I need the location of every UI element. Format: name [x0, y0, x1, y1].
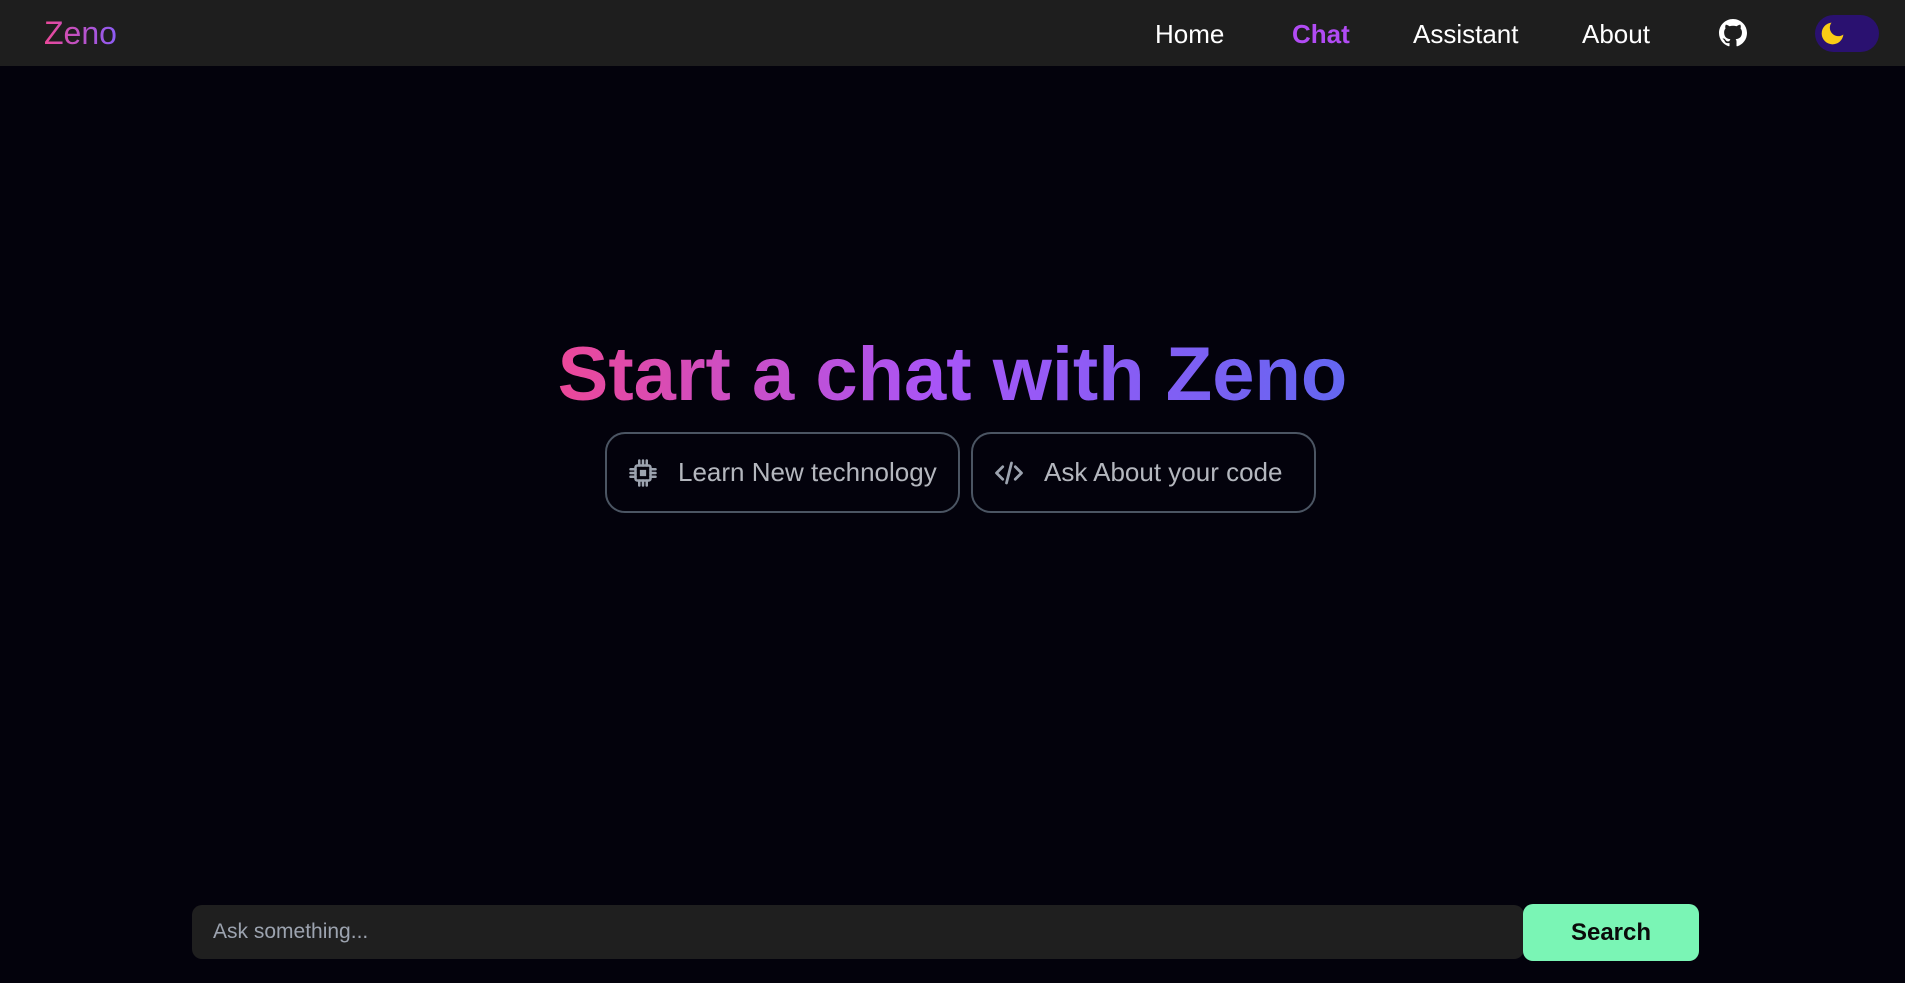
hero-title-text: Start a chat with Zeno — [557, 332, 1348, 417]
search-input[interactable] — [192, 905, 1524, 959]
search-button[interactable]: Search — [1523, 904, 1699, 961]
nav-link-assistant[interactable]: Assistant — [1413, 18, 1519, 50]
nav-link-chat[interactable]: Chat — [1292, 18, 1350, 50]
github-icon — [1719, 19, 1747, 47]
github-link[interactable] — [1719, 19, 1747, 47]
moon-icon — [1821, 22, 1844, 45]
nav-link-home[interactable]: Home — [1155, 18, 1224, 50]
navbar: Zeno Home Chat Assistant About — [0, 0, 1905, 66]
suggestion-ask-about-code[interactable]: Ask About your code — [971, 432, 1316, 513]
brand-logo[interactable]: Zeno — [44, 14, 117, 52]
code-icon — [995, 461, 1023, 484]
suggestion-label: Ask About your code — [1044, 457, 1283, 487]
suggestion-label: Learn New technology — [678, 457, 937, 487]
theme-toggle[interactable] — [1815, 15, 1879, 52]
nav-link-about[interactable]: About — [1582, 18, 1650, 50]
hero-title: Start a chat with Zeno — [0, 330, 1905, 420]
suggestion-learn-new-technology[interactable]: Learn New technology — [605, 432, 960, 513]
cpu-chip-icon — [629, 458, 657, 487]
